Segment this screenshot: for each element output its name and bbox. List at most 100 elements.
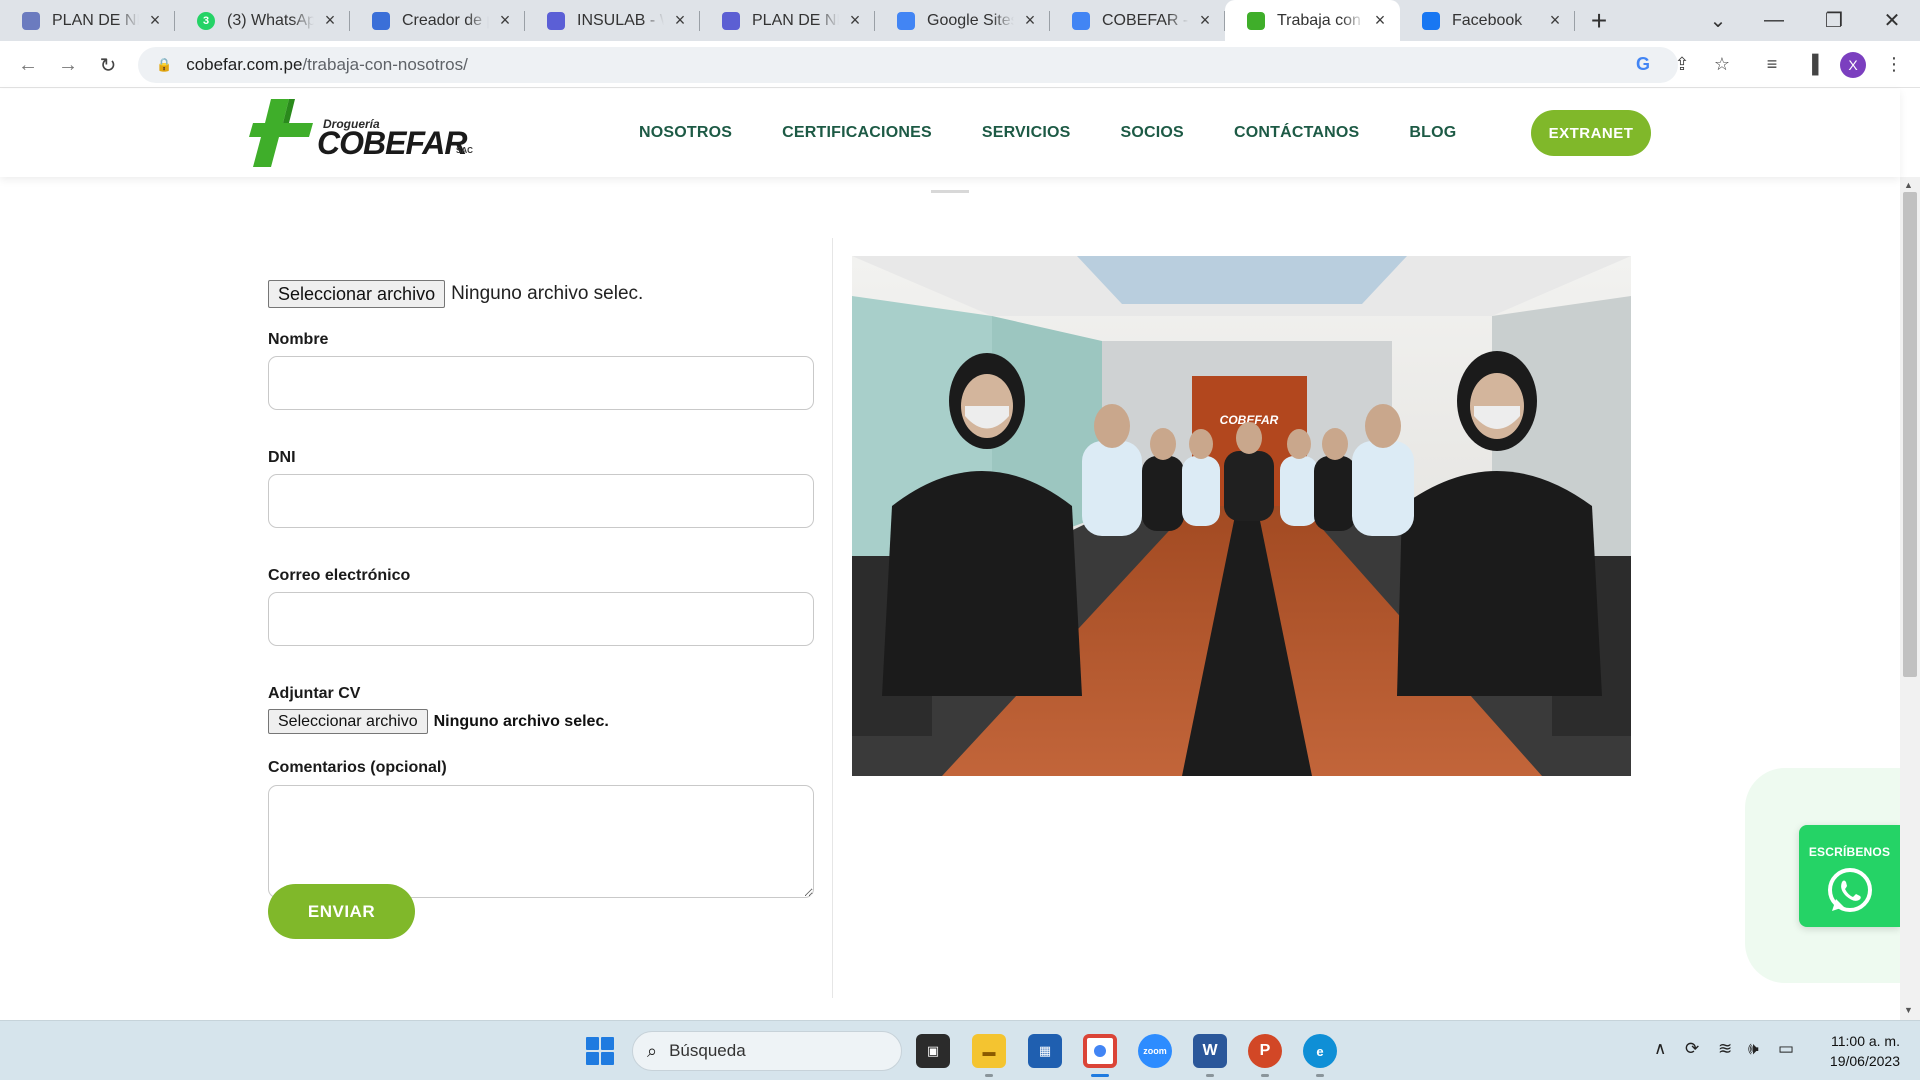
arrow-right-icon: → (58, 53, 78, 76)
tab-title: Facebook (1452, 11, 1523, 29)
browser-tab[interactable]: PLAN DE NEGOCIOS × (700, 0, 875, 41)
tab-favicon-icon (1247, 11, 1265, 30)
tab-title: PLAN DE NEGOCIOS (752, 11, 839, 29)
tab-close-icon[interactable]: × (1195, 10, 1215, 31)
nav-certificaciones[interactable]: CERTIFICACIONES (782, 124, 932, 142)
tab-close-icon[interactable]: × (320, 10, 340, 31)
tab-close-icon[interactable]: × (1370, 10, 1390, 31)
bookmark-star-icon[interactable]: ☆ (1708, 50, 1736, 78)
browser-tab[interactable]: COBEFAR - Búsqueda × (1050, 0, 1225, 41)
share-icon[interactable]: ⇪ (1668, 50, 1696, 78)
address-bar[interactable]: 🔒 cobefar.com.pe/trabaja-con-nosotros/ (138, 47, 1678, 83)
restore-icon: ❐ (1825, 10, 1843, 32)
comments-textarea[interactable] (268, 785, 814, 898)
meeting-room-illustration: COBEFAR (852, 256, 1631, 776)
plus-icon: + (1590, 4, 1608, 36)
sync-icon[interactable]: ⟳ (1685, 1039, 1699, 1059)
nav-servicios[interactable]: SERVICIOS (982, 124, 1071, 142)
tab-favicon-icon (1072, 11, 1090, 30)
nombre-label: Nombre (268, 331, 329, 348)
top-file-select-button[interactable]: Seleccionar archivo (268, 280, 446, 308)
nav-blog[interactable]: BLOG (1409, 124, 1456, 142)
edge-icon[interactable]: e (1303, 1034, 1337, 1068)
cobefar-logo[interactable]: Droguería COBEFAR SAC (249, 99, 489, 169)
tab-close-icon[interactable]: × (845, 10, 865, 31)
top-file-status: Ninguno archivo selec. (451, 283, 644, 304)
browser-tab-active[interactable]: Trabaja con nosotros × (1225, 0, 1400, 41)
arrow-left-icon: ← (18, 53, 38, 76)
whatsapp-icon (1827, 868, 1872, 912)
tab-close-icon[interactable]: × (1545, 10, 1565, 31)
cv-file-upload: Seleccionar archivo Ninguno archivo sele… (268, 709, 816, 734)
reading-list-icon[interactable]: ≡ (1758, 50, 1786, 78)
tab-title: PLAN DE NEGOCIOS (52, 11, 139, 29)
main-navigation: NOSOTROS CERTIFICACIONES SERVICIOS SOCIO… (639, 89, 1506, 177)
submit-button[interactable]: ENVIAR (268, 884, 415, 939)
powerpoint-icon[interactable]: P (1248, 1034, 1282, 1068)
back-button[interactable]: ← (14, 51, 42, 79)
battery-icon[interactable]: ▭ (1778, 1039, 1794, 1059)
cv-file-select-button[interactable]: Seleccionar archivo (268, 709, 428, 734)
extranet-button[interactable]: EXTRANET (1531, 110, 1651, 156)
minimize-button[interactable]: — (1744, 0, 1804, 41)
nav-socios[interactable]: SOCIOS (1121, 124, 1184, 142)
browser-tab[interactable]: PLAN DE NEGOCIOS × (0, 0, 175, 41)
file-explorer-indicator (985, 1074, 993, 1077)
tab-favicon-icon (897, 11, 915, 30)
nav-nosotros[interactable]: NOSOTROS (639, 124, 732, 142)
tab-favicon-icon (22, 11, 40, 30)
nombre-input[interactable] (268, 356, 814, 410)
tab-close-icon[interactable]: × (1020, 10, 1040, 31)
restore-button[interactable]: ❐ (1804, 0, 1864, 41)
tab-close-icon[interactable]: × (145, 10, 165, 31)
browser-tab[interactable]: Google Sites: editor × (875, 0, 1050, 41)
browser-tab-strip: PLAN DE NEGOCIOS×3(3) WhatsApp×Creador d… (0, 0, 1920, 41)
browser-tab[interactable]: Facebook × (1400, 0, 1575, 41)
reload-button[interactable]: ↻ (94, 51, 122, 79)
file-explorer-icon[interactable]: ▬ (972, 1034, 1006, 1068)
taskbar-search-placeholder: Búsqueda (669, 1041, 746, 1060)
google-lens-icon[interactable]: G (1629, 50, 1657, 78)
dni-label: DNI (268, 449, 296, 466)
wifi-icon[interactable]: ≋ (1718, 1039, 1732, 1059)
menu-kebab-icon[interactable]: ⋮ (1880, 50, 1908, 78)
zoom-icon[interactable]: zoom (1138, 1034, 1172, 1068)
chrome-icon[interactable] (1083, 1034, 1117, 1068)
browser-tab[interactable]: 3 (3) WhatsApp × (175, 0, 350, 41)
tab-favicon-icon (1422, 11, 1440, 30)
tab-favicon-icon (547, 11, 565, 30)
whatsapp-label: ESCRÍBENOS (1808, 845, 1891, 859)
word-icon[interactable]: W (1193, 1034, 1227, 1068)
job-application-form: Seleccionar archivo Ninguno archivo sele… (268, 280, 816, 898)
tab-title: COBEFAR - Búsqueda (1102, 11, 1189, 29)
side-panel-icon[interactable]: ▐ (1798, 50, 1826, 78)
tab-close-icon[interactable]: × (495, 10, 515, 31)
tab-title: (3) WhatsApp (227, 11, 314, 29)
clock-date: 19/06/2023 (1829, 1053, 1900, 1069)
scrollbar-thumb[interactable] (1903, 192, 1917, 677)
tray-chevron-up-icon[interactable]: ∧ (1654, 1039, 1666, 1059)
task-view-icon[interactable]: ▣ (916, 1034, 950, 1068)
email-input[interactable] (268, 592, 814, 646)
close-window-button[interactable]: ✕ (1862, 0, 1920, 41)
browser-tab[interactable]: INSULAB - Web × (525, 0, 700, 41)
taskbar-clock[interactable]: 11:00 a. m. 19/06/2023 (1810, 1031, 1900, 1071)
scroll-up-icon[interactable]: ▲ (1904, 180, 1913, 190)
nav-contactanos[interactable]: CONTÁCTANOS (1234, 124, 1359, 142)
volume-icon[interactable]: 🕪 (1748, 1039, 1759, 1059)
profile-avatar[interactable]: X (1840, 52, 1866, 78)
forward-button[interactable]: → (54, 51, 82, 79)
search-icon: ⌕ (647, 1040, 658, 1061)
browser-tab[interactable]: Creador de páginas web × (350, 0, 525, 41)
new-tab-button[interactable]: + (1581, 0, 1617, 41)
tab-list: PLAN DE NEGOCIOS×3(3) WhatsApp×Creador d… (0, 0, 1575, 41)
tab-search-button[interactable]: ⌄ (1688, 0, 1748, 41)
start-button[interactable] (586, 1037, 614, 1065)
tab-close-icon[interactable]: × (670, 10, 690, 31)
clock-time: 11:00 a. m. (1830, 1033, 1900, 1049)
dni-input[interactable] (268, 474, 814, 528)
taskbar-search[interactable]: ⌕ Búsqueda (632, 1031, 902, 1071)
scroll-down-icon[interactable]: ▼ (1904, 1005, 1913, 1015)
microsoft-store-icon[interactable]: ▦ (1028, 1034, 1062, 1068)
whatsapp-chat-button[interactable]: ESCRÍBENOS (1799, 825, 1900, 927)
